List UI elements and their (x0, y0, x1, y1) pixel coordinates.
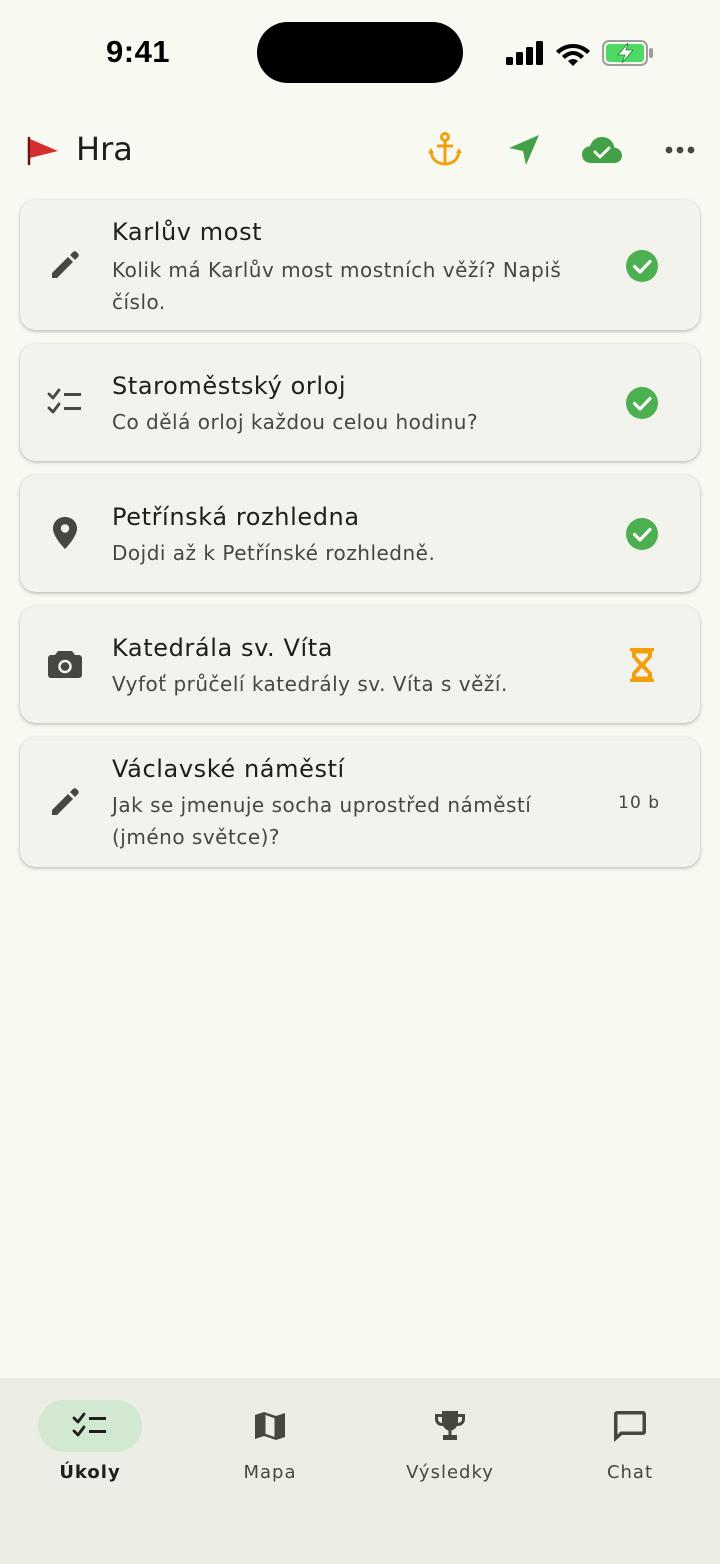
task-description: Vyfoť průčelí katedrály sv. Víta s věží. (112, 672, 508, 696)
anchor-button[interactable] (423, 130, 467, 170)
task-card[interactable]: Karlův most Kolik má Karlův most mostníc… (20, 200, 700, 330)
page-title: Hra (76, 130, 133, 168)
app-bar: Hra (0, 112, 720, 188)
location-pin-icon (46, 514, 84, 552)
anchor-icon (428, 132, 462, 166)
navigation-button[interactable] (502, 130, 546, 170)
cloud-done-icon (582, 137, 622, 163)
status-time: 9:41 (106, 34, 171, 69)
checklist-icon (46, 383, 84, 421)
app-screen: 9:41 Hra Karlův most Kolik má Karlův mos… (0, 0, 720, 1564)
nav-label: Chat (606, 1462, 654, 1483)
nav-active-indicator (38, 1400, 142, 1452)
check-circle-icon (622, 383, 662, 423)
nav-label: Výsledky (406, 1462, 494, 1483)
check-circle-icon (622, 514, 662, 554)
flag-icon (27, 136, 58, 166)
trophy-icon (435, 1411, 465, 1440)
more-button[interactable] (658, 130, 702, 170)
task-card[interactable]: Václavské náměstí Jak se jmenuje socha u… (20, 737, 700, 867)
dynamic-island (257, 22, 463, 83)
task-card[interactable]: Katedrála sv. Víta Vyfoť průčelí katedrá… (20, 606, 700, 723)
nav-label: Mapa (243, 1462, 297, 1483)
bottom-navigation: Úkoly Mapa Výsledky Chat (0, 1378, 720, 1564)
nav-icon-container (398, 1400, 502, 1452)
checklist-icon (72, 1412, 106, 1437)
task-title: Petřínská rozhledna (112, 503, 360, 531)
edit-icon (46, 783, 84, 821)
more-icon (665, 146, 695, 154)
chat-icon (614, 1411, 646, 1442)
task-title: Karlův most (112, 218, 263, 246)
task-title: Staroměstský orloj (112, 372, 347, 400)
task-description: Co dělá orloj každou celou hodinu? (112, 410, 479, 434)
task-description: Jak se jmenuje socha uprostřed náměstí (… (112, 793, 532, 849)
task-description: Kolik má Karlův most mostních věží? Napi… (112, 258, 562, 314)
edit-icon (46, 246, 84, 284)
camera-icon (46, 645, 84, 683)
nav-label: Úkoly (59, 1462, 121, 1483)
nav-item-ukoly[interactable]: Úkoly (0, 1400, 180, 1490)
status-icons (506, 38, 654, 68)
hourglass-icon (622, 645, 662, 685)
navigation-icon (509, 135, 539, 165)
task-title: Katedrála sv. Víta (112, 634, 334, 662)
status-bar: 9:41 (0, 0, 720, 105)
battery-charging-icon (602, 40, 653, 66)
task-card[interactable]: Staroměstský orloj Co dělá orloj každou … (20, 344, 700, 461)
nav-item-vysledky[interactable]: Výsledky (360, 1400, 540, 1490)
task-title: Václavské náměstí (112, 755, 345, 783)
nav-item-mapa[interactable]: Mapa (180, 1400, 360, 1490)
task-points: 10 b (618, 793, 660, 813)
task-card[interactable]: Petřínská rozhledna Dojdi až k Petřínské… (20, 475, 700, 592)
nav-icon-container (218, 1400, 322, 1452)
wifi-icon (556, 44, 590, 66)
check-circle-icon (622, 246, 662, 286)
cloud-sync-button[interactable] (580, 130, 624, 170)
task-description: Dojdi až k Petřínské rozhledně. (112, 541, 436, 565)
nav-item-chat[interactable]: Chat (540, 1400, 720, 1490)
cellular-signal-icon (506, 41, 543, 65)
map-icon (255, 1412, 285, 1440)
nav-icon-container (578, 1400, 682, 1452)
